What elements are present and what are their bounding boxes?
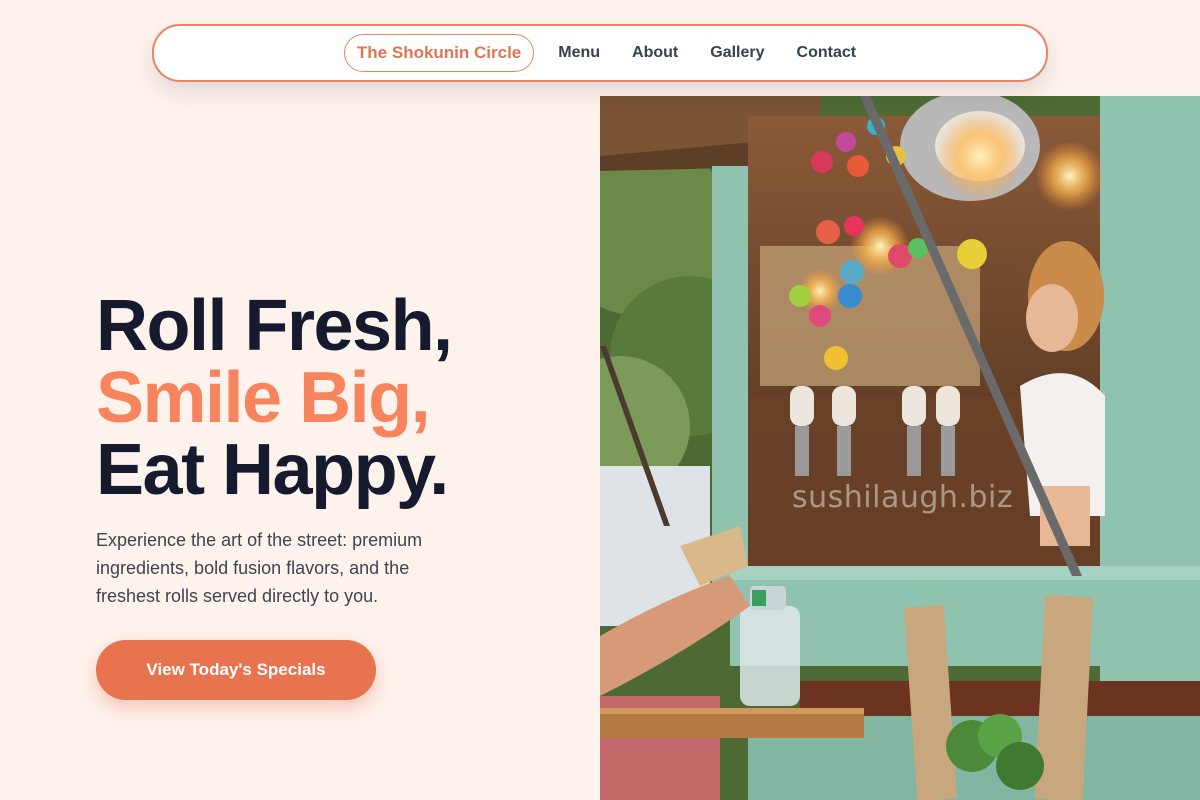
headline-line-2: Smile Big, (96, 358, 431, 438)
landing-page: sushilaugh.biz The Shokunin Circle Menu … (0, 0, 1200, 800)
food-truck-photo (600, 96, 1200, 800)
hero-subtext: Experience the art of the street: premiu… (96, 530, 423, 606)
nav-link-gallery[interactable]: Gallery (710, 44, 764, 62)
brand-logo[interactable]: The Shokunin Circle (343, 34, 535, 72)
hero-image: sushilaugh.biz (600, 96, 1200, 800)
headline-line-1: Roll Fresh, (96, 286, 453, 366)
view-specials-button[interactable]: View Today's Specials (96, 640, 376, 700)
hero-copy: Roll Fresh, Smile Big, Eat Happy. Experi… (96, 290, 576, 610)
headline-line-3: Eat Happy. (96, 430, 449, 510)
nav-link-contact[interactable]: Contact (797, 44, 857, 62)
hero-headline: Roll Fresh, Smile Big, Eat Happy. (96, 290, 576, 506)
nav-link-about[interactable]: About (632, 44, 678, 62)
nav-link-menu[interactable]: Menu (558, 44, 600, 62)
top-nav: The Shokunin Circle Menu About Gallery C… (152, 24, 1048, 82)
image-watermark: sushilaugh.biz (792, 480, 1014, 515)
